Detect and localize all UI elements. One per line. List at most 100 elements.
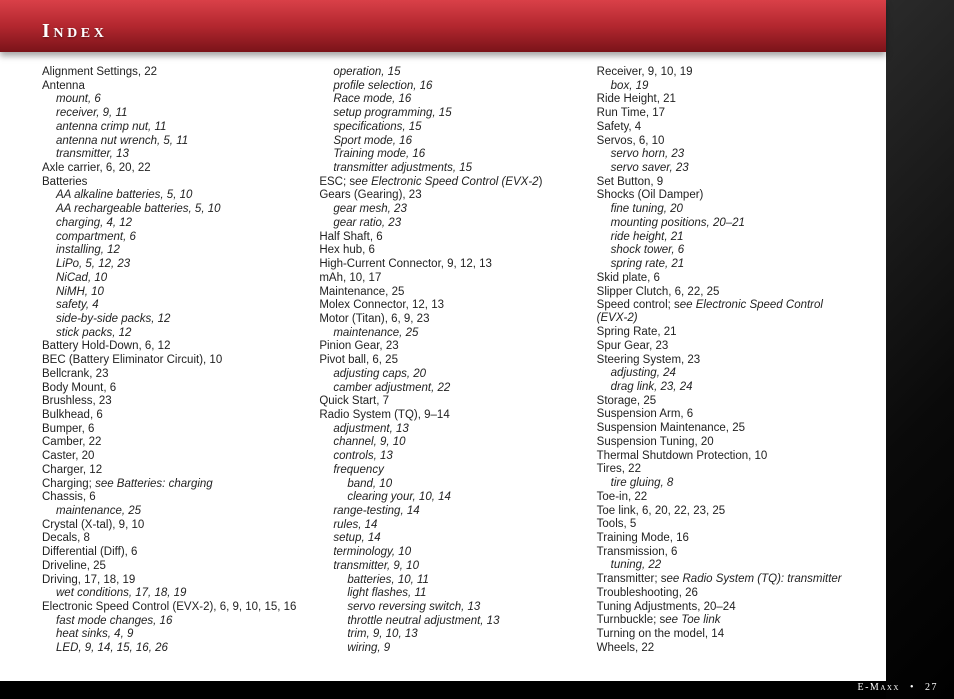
index-entry: LED, 9, 14, 15, 16, 26 [42,642,299,655]
index-entry: Spring Rate, 21 [597,326,854,339]
index-entry: wet conditions, 17, 18, 19 [42,587,299,600]
index-entry: Half Shaft, 6 [319,231,576,244]
index-entry: range-testing, 14 [319,505,576,518]
page-surface: Alignment Settings, 22Antennamount, 6rec… [0,0,886,681]
index-entry: stick packs, 12 [42,327,299,340]
index-entry: rules, 14 [319,519,576,532]
index-entry: Ride Height, 21 [597,93,854,106]
index-entry: terminology, 10 [319,546,576,559]
index-entry: maintenance, 25 [319,327,576,340]
index-entry: Suspension Arm, 6 [597,408,854,421]
index-entry: box, 19 [597,80,854,93]
index-entry: transmitter adjustments, 15 [319,162,576,175]
index-entry: Hex hub, 6 [319,244,576,257]
index-entry: Spur Gear, 23 [597,340,854,353]
index-entry: Driving, 17, 18, 19 [42,574,299,587]
page-title: Index [0,0,886,43]
index-entry: fine tuning, 20 [597,203,854,216]
index-columns: Alignment Settings, 22Antennamount, 6rec… [42,66,854,666]
index-entry: mAh, 10, 17 [319,272,576,285]
index-entry: shock tower, 6 [597,244,854,257]
index-entry: drag link, 23, 24 [597,381,854,394]
index-entry: Run Time, 17 [597,107,854,120]
index-entry: Bumper, 6 [42,423,299,436]
index-entry: Electronic Speed Control (EVX-2), 6, 9, … [42,601,299,614]
index-entry: Battery Hold-Down, 6, 12 [42,340,299,353]
index-entry: gear mesh, 23 [319,203,576,216]
index-entry: receiver, 9, 11 [42,107,299,120]
index-entry: Servos, 6, 10 [597,135,854,148]
index-entry: spring rate, 21 [597,258,854,271]
index-entry: Alignment Settings, 22 [42,66,299,79]
side-gradient [886,0,954,699]
index-entry: BEC (Battery Eliminator Circuit), 10 [42,354,299,367]
index-entry: Differential (Diff), 6 [42,546,299,559]
index-entry: High-Current Connector, 9, 12, 13 [319,258,576,271]
index-entry: batteries, 10, 11 [319,574,576,587]
index-entry: Radio System (TQ), 9–14 [319,409,576,422]
index-entry: NiCad, 10 [42,272,299,285]
index-entry: profile selection, 16 [319,80,576,93]
footer-product: E-Maxx [857,682,900,693]
index-entry: Bellcrank, 23 [42,368,299,381]
index-entry: servo saver, 23 [597,162,854,175]
index-entry: Race mode, 16 [319,93,576,106]
index-entry: Shocks (Oil Damper) [597,189,854,202]
index-entry: clearing your, 10, 14 [319,491,576,504]
index-entry: fast mode changes, 16 [42,615,299,628]
index-entry: Batteries [42,176,299,189]
index-entry: Decals, 8 [42,532,299,545]
footer-page: 27 [925,682,938,693]
index-entry: setup, 14 [319,532,576,545]
index-entry: Troubleshooting, 26 [597,587,854,600]
index-entry: throttle neutral adjustment, 13 [319,615,576,628]
page-footer: E-Maxx • 27 [857,682,938,693]
index-entry: channel, 9, 10 [319,436,576,449]
index-entry: controls, 13 [319,450,576,463]
index-entry: Tuning Adjustments, 20–24 [597,601,854,614]
index-entry: side-by-side packs, 12 [42,313,299,326]
index-entry: light flashes, 11 [319,587,576,600]
index-entry: Toe-in, 22 [597,491,854,504]
index-entry: Antenna [42,80,299,93]
index-entry: Training Mode, 16 [597,532,854,545]
index-entry: setup programming, 15 [319,107,576,120]
index-entry: AA alkaline batteries, 5, 10 [42,189,299,202]
index-entry: Turnbuckle; see Toe link [597,614,854,627]
index-entry: Chassis, 6 [42,491,299,504]
index-entry: maintenance, 25 [42,505,299,518]
index-entry: Sport mode, 16 [319,135,576,148]
index-entry: Maintenance, 25 [319,286,576,299]
header-bar: Index [0,0,886,52]
index-entry: gear ratio, 23 [319,217,576,230]
index-entry: transmitter, 13 [42,148,299,161]
index-entry: Quick Start, 7 [319,395,576,408]
index-entry: ESC; see Electronic Speed Control (EVX-2… [319,176,576,189]
index-entry: Gears (Gearing), 23 [319,189,576,202]
index-entry: camber adjustment, 22 [319,382,576,395]
index-entry: LiPo, 5, 12, 23 [42,258,299,271]
index-entry: mount, 6 [42,93,299,106]
index-entry: Axle carrier, 6, 20, 22 [42,162,299,175]
index-entry: adjusting, 24 [597,367,854,380]
index-entry: adjusting caps, 20 [319,368,576,381]
index-entry: mounting positions, 20–21 [597,217,854,230]
index-entry: safety, 4 [42,299,299,312]
index-entry: NiMH, 10 [42,286,299,299]
index-entry: Suspension Maintenance, 25 [597,422,854,435]
index-entry: Steering System, 23 [597,354,854,367]
index-entry: Caster, 20 [42,450,299,463]
index-entry: Motor (Titan), 6, 9, 23 [319,313,576,326]
index-entry: adjustment, 13 [319,423,576,436]
footer-sep: • [910,682,915,693]
index-entry: Pivot ball, 6, 25 [319,354,576,367]
index-entry: Transmission, 6 [597,546,854,559]
index-entry: Receiver, 9, 10, 19 [597,66,854,79]
index-entry: wiring, 9 [319,642,576,655]
index-entry: Storage, 25 [597,395,854,408]
index-entry: Turning on the model, 14 [597,628,854,641]
index-entry: tire gluing, 8 [597,477,854,490]
index-entry: compartment, 6 [42,231,299,244]
index-entry: Pinion Gear, 23 [319,340,576,353]
index-entry: operation, 15 [319,66,576,79]
